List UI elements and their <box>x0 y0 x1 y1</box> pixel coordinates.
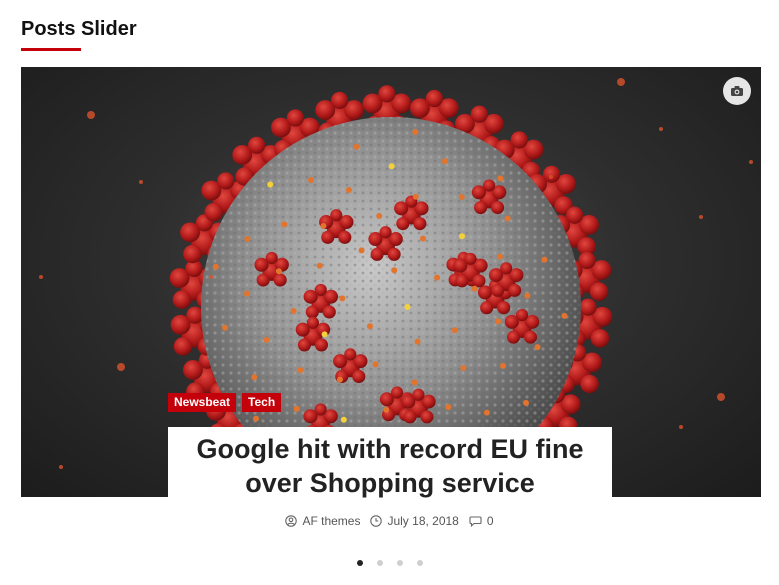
post-meta: AF themes July 18, 2018 0 <box>0 514 779 528</box>
slider-dot-3[interactable] <box>396 560 403 566</box>
comment-icon <box>469 516 482 527</box>
author-name: AF themes <box>302 514 361 528</box>
slider-dot-1[interactable] <box>356 560 363 566</box>
post-date: July 18, 2018 <box>370 514 459 528</box>
post-title[interactable]: Google hit with record EU fine over Shop… <box>190 432 590 500</box>
user-icon <box>285 515 298 527</box>
post-author[interactable]: AF themes <box>285 514 360 528</box>
slider-dots <box>0 560 779 566</box>
clock-icon <box>370 515 383 527</box>
comment-count: 0 <box>486 514 494 528</box>
slider-dot-4[interactable] <box>416 560 423 566</box>
camera-icon[interactable] <box>723 77 751 105</box>
title-underline <box>21 48 81 51</box>
widget-title: Posts Slider <box>21 18 137 40</box>
category-newsbeat[interactable]: Newsbeat <box>168 393 237 412</box>
headline-box: Google hit with record EU fine over Shop… <box>168 427 612 505</box>
post-comments[interactable]: 0 <box>469 514 494 528</box>
category-tech[interactable]: Tech <box>242 393 282 412</box>
category-list: Newsbeat Tech <box>168 393 282 412</box>
date-text: July 18, 2018 <box>387 514 459 528</box>
slider-dot-2[interactable] <box>376 560 383 566</box>
